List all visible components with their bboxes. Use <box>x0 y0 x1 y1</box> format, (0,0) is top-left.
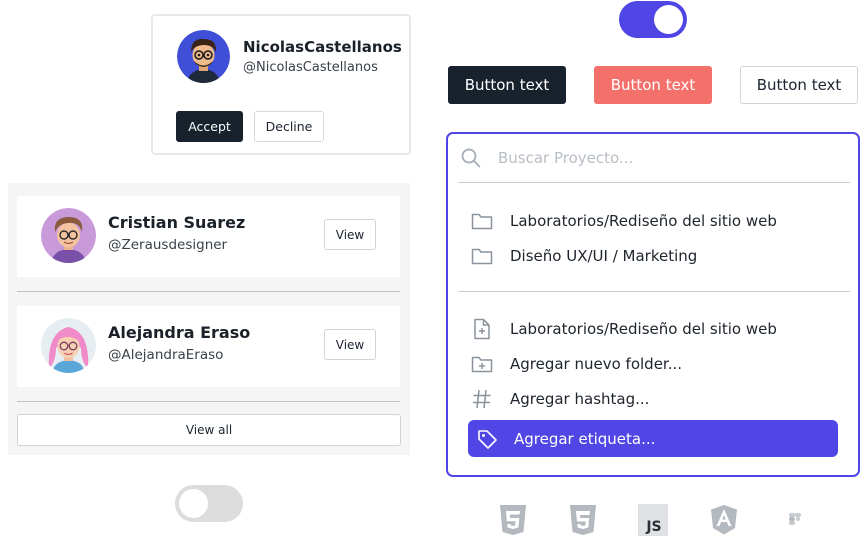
css3-icon <box>568 504 598 536</box>
decline-button[interactable]: Decline <box>254 111 324 142</box>
menu-item-label: Laboratorios/Rediseño del sitio web <box>510 320 777 338</box>
divider <box>17 401 400 402</box>
view-button[interactable]: View <box>324 219 376 250</box>
accept-button[interactable]: Accept <box>176 111 243 142</box>
menu-item-label: Diseño UX/UI / Marketing <box>510 247 698 265</box>
menu-item-label: Agregar etiqueta... <box>514 430 656 448</box>
view-button[interactable]: View <box>324 329 376 360</box>
angular-icon <box>709 504 739 536</box>
html5-icon <box>498 504 528 536</box>
menu-item-label: Agregar nuevo folder... <box>510 355 683 373</box>
primary-coral-button[interactable]: Button text <box>594 66 712 104</box>
invite-handle: @NicolasCastellanos <box>243 60 378 75</box>
toggle-knob <box>179 489 208 518</box>
menu-item-new-folder[interactable]: Agregar nuevo folder... <box>458 347 850 381</box>
menu-item-recent-1[interactable]: Laboratorios/Rediseño del sitio web <box>458 204 850 238</box>
javascript-icon: JS <box>638 504 668 536</box>
menu-item-new-file[interactable]: Laboratorios/Rediseño del sitio web <box>458 312 850 346</box>
person-name: Cristian Suarez <box>108 213 246 232</box>
invite-name: NicolasCastellanos <box>243 38 402 56</box>
list-item: Cristian Suarez @Zerausdesigner View <box>17 196 400 277</box>
person-handle: @AlejandraEraso <box>108 347 224 363</box>
list-item: Alejandra Eraso @AlejandraEraso View <box>17 306 400 387</box>
primary-dark-button[interactable]: Button text <box>448 66 566 104</box>
divider <box>458 182 850 183</box>
person-name: Alejandra Eraso <box>108 323 251 342</box>
file-plus-icon <box>470 318 494 340</box>
people-list: Cristian Suarez @Zerausdesigner View Ale… <box>8 183 410 455</box>
divider <box>458 291 850 292</box>
outline-button[interactable]: Button text <box>740 66 858 104</box>
toggle-knob <box>654 5 683 34</box>
hashtag-icon <box>470 388 494 410</box>
menu-item-label: Agregar hashtag... <box>510 390 650 408</box>
view-all-button[interactable]: View all <box>17 414 401 446</box>
search-icon <box>460 147 482 169</box>
invite-card: NicolasCastellanos @NicolasCastellanos A… <box>151 14 411 155</box>
folder-plus-icon <box>470 353 494 375</box>
folder-icon <box>470 245 494 267</box>
toggle-switch-off[interactable] <box>175 485 243 522</box>
divider <box>17 291 400 292</box>
menu-item-hashtag[interactable]: Agregar hashtag... <box>458 382 850 416</box>
tag-icon <box>476 428 500 450</box>
avatar-alejandra <box>41 318 96 373</box>
avatar-nicolas <box>177 30 230 83</box>
folder-icon <box>470 210 494 232</box>
search-input[interactable] <box>498 144 838 172</box>
toggle-switch-on[interactable] <box>619 1 687 38</box>
command-palette: Laboratorios/Rediseño del sitio web Dise… <box>446 132 860 477</box>
menu-item-tag[interactable]: Agregar etiqueta... <box>468 420 838 457</box>
figma-icon <box>780 504 810 536</box>
svg-text:JS: JS <box>645 519 661 535</box>
avatar-cristian <box>41 208 96 263</box>
person-handle: @Zerausdesigner <box>108 237 228 253</box>
menu-item-recent-2[interactable]: Diseño UX/UI / Marketing <box>458 239 850 273</box>
menu-item-label: Laboratorios/Rediseño del sitio web <box>510 212 777 230</box>
